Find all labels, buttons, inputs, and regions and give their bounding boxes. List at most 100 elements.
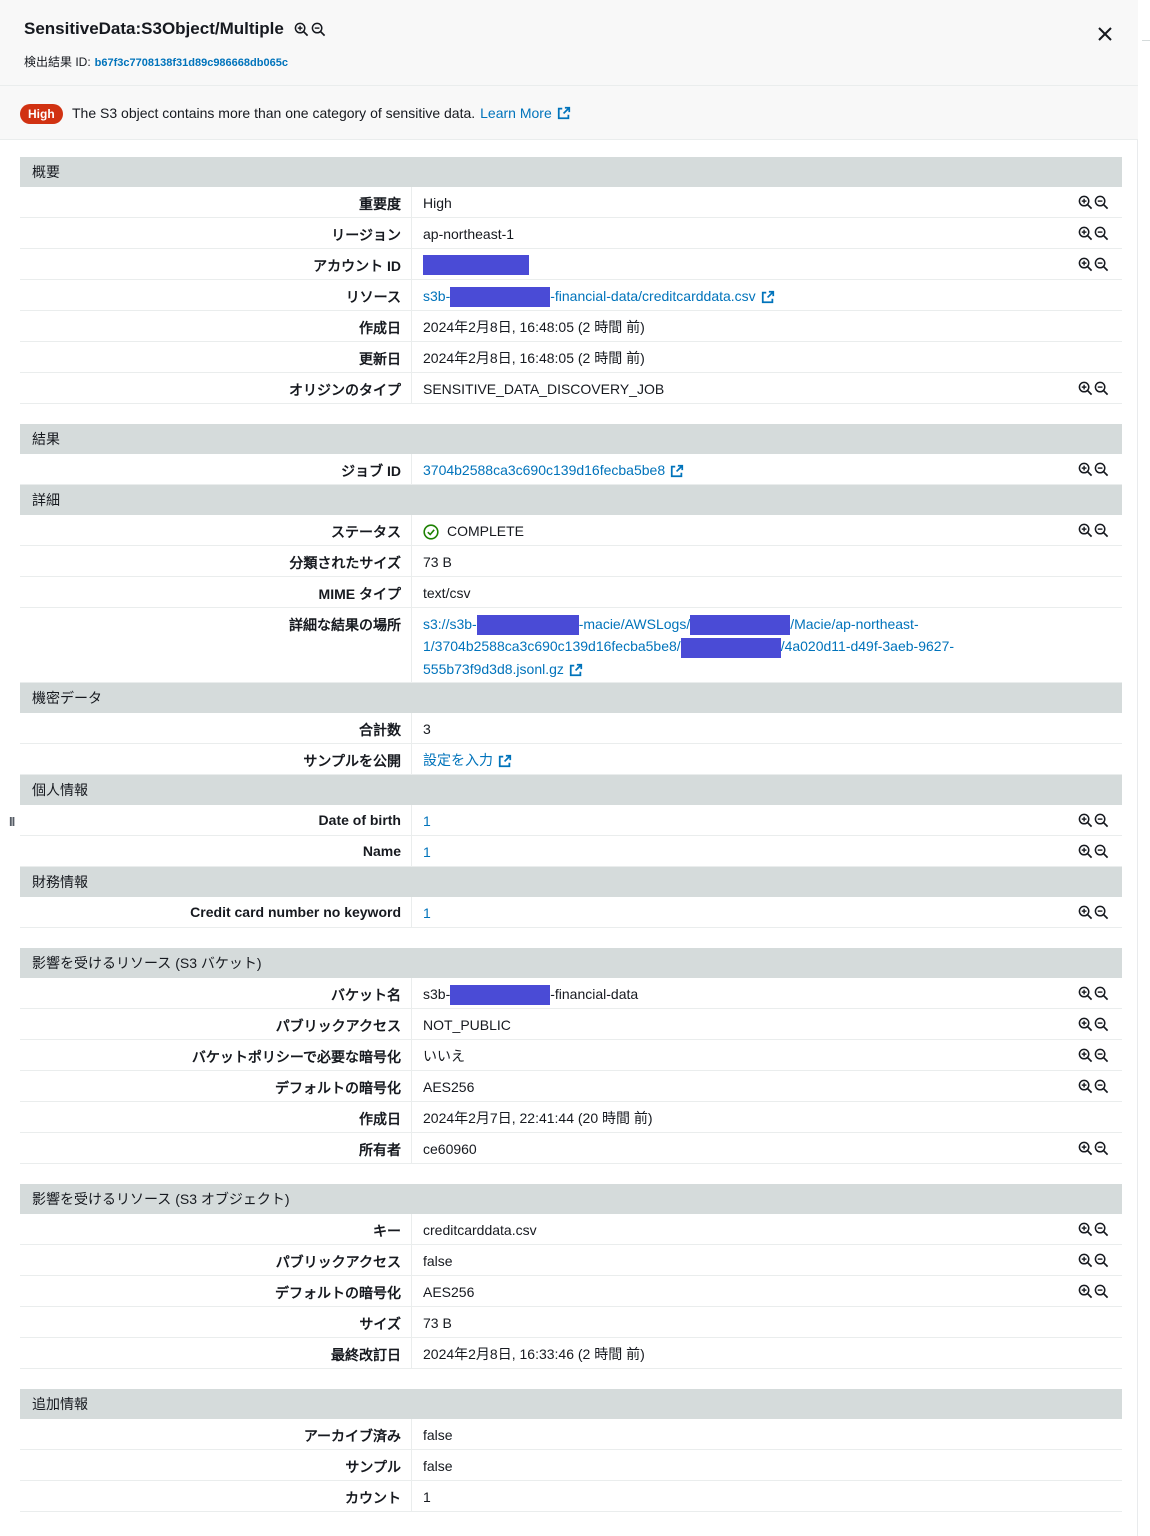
row-label: 作成日: [359, 1111, 401, 1127]
zoom-in-icon[interactable]: [1078, 226, 1093, 241]
classified-size-value: 73 B: [411, 546, 1072, 576]
table-row: デフォルトの暗号化 AES256: [20, 1276, 1122, 1307]
origin-value: SENSITIVE_DATA_DISCOVERY_JOB: [411, 373, 1072, 403]
zoom-in-icon[interactable]: [294, 22, 309, 37]
zoom-out-icon[interactable]: [1094, 844, 1109, 859]
region-value: ap-northeast-1: [411, 218, 1072, 248]
table-row: サンプルを公開 設定を入力: [20, 744, 1122, 775]
external-link-icon[interactable]: [569, 663, 583, 677]
close-icon[interactable]: [1098, 27, 1112, 41]
redaction-block: [450, 985, 551, 1006]
location-part[interactable]: /Macie/ap-northeast-: [790, 616, 918, 632]
result-location-link[interactable]: s3://s3b- -macie/AWSLogs/ /Macie/ap-northe…: [411, 608, 1072, 682]
dob-count-link[interactable]: 1: [411, 805, 1072, 835]
zoom-in-icon[interactable]: [1078, 1048, 1093, 1063]
row-label: 更新日: [359, 351, 401, 367]
redaction-block: [423, 254, 529, 275]
external-link-icon[interactable]: [670, 464, 684, 478]
row-label: MIME タイプ: [318, 586, 401, 602]
zoom-in-icon[interactable]: [1078, 257, 1093, 272]
row-label: Name: [362, 843, 401, 859]
zoom-out-icon[interactable]: [1094, 523, 1109, 538]
table-row: アカウント ID: [20, 249, 1122, 280]
row-label: 作成日: [359, 320, 401, 336]
count-value: 1: [411, 1481, 1072, 1511]
zoom-in-icon[interactable]: [1078, 523, 1093, 538]
section-result: 結果: [20, 424, 1122, 454]
location-part[interactable]: 1/3704b2588ca3c690c139d16fecba5be8/: [423, 638, 681, 654]
name-count-link[interactable]: 1: [411, 836, 1072, 866]
zoom-out-icon[interactable]: [1094, 1222, 1109, 1237]
location-part[interactable]: /4a020d11-d49f-3aeb-9627-: [781, 638, 954, 654]
redaction-block: [476, 615, 579, 636]
zoom-out-icon[interactable]: [1094, 813, 1109, 828]
drag-handle[interactable]: II: [9, 814, 15, 829]
table-row: デフォルトの暗号化 AES256: [20, 1071, 1122, 1102]
location-part[interactable]: -macie/AWSLogs/: [579, 616, 691, 632]
zoom-out-icon[interactable]: [1094, 226, 1109, 241]
zoom-out-icon[interactable]: [1094, 257, 1109, 272]
zoom-in-icon[interactable]: [1078, 986, 1093, 1001]
zoom-out-icon[interactable]: [1094, 986, 1109, 1001]
zoom-in-icon[interactable]: [1078, 905, 1093, 920]
zoom-in-icon[interactable]: [1078, 381, 1093, 396]
table-row: 重要度 High: [20, 187, 1122, 218]
bucket-name-prefix: s3b-: [423, 986, 451, 1002]
resource-prefix[interactable]: s3b-: [423, 288, 450, 304]
zoom-out-icon[interactable]: [1094, 195, 1109, 210]
zoom-in-icon[interactable]: [1078, 1017, 1093, 1032]
job-id-link[interactable]: 3704b2588ca3c690c139d16fecba5be8: [411, 454, 1072, 484]
row-label: サンプル: [345, 1459, 401, 1475]
bucket-policy-value: いいえ: [411, 1040, 1072, 1070]
row-label: リージョン: [331, 227, 401, 243]
zoom-in-icon[interactable]: [1078, 1253, 1093, 1268]
cc-count-link[interactable]: 1: [411, 897, 1072, 927]
zoom-in-icon[interactable]: [1078, 1284, 1093, 1299]
section-financial-info: 財務情報: [20, 867, 1122, 897]
external-link-icon[interactable]: [557, 106, 571, 120]
finding-id-line: 検出結果 ID: b67f3c7708138f31d89c986668db065c: [24, 53, 288, 70]
zoom-in-icon[interactable]: [1078, 844, 1093, 859]
redaction-block: [680, 637, 781, 658]
configure-link[interactable]: 設定を入力: [411, 744, 1072, 774]
resource-suffix[interactable]: -financial-data/creditcarddata.csv: [550, 288, 755, 304]
row-label: アーカイブ済み: [303, 1428, 401, 1444]
finding-id-label: 検出結果 ID:: [24, 55, 91, 69]
zoom-out-icon[interactable]: [1094, 1253, 1109, 1268]
learn-more-link[interactable]: Learn More: [480, 105, 552, 121]
external-link-icon[interactable]: [761, 290, 775, 304]
external-link-icon[interactable]: [498, 754, 512, 768]
row-label: パブリックアクセス: [275, 1254, 401, 1270]
bucket-owner-value: ce60960: [411, 1133, 1072, 1163]
zoom-out-icon[interactable]: [1094, 1048, 1109, 1063]
zoom-in-icon[interactable]: [1078, 1222, 1093, 1237]
location-part[interactable]: 555b73f9d3d8.jsonl.gz: [423, 661, 564, 677]
row-label: バケット名: [331, 987, 401, 1003]
zoom-in-icon[interactable]: [1078, 1141, 1093, 1156]
zoom-out-icon[interactable]: [311, 22, 326, 37]
section-overview: 概要: [20, 157, 1122, 187]
zoom-out-icon[interactable]: [1094, 905, 1109, 920]
table-row: キー creditcarddata.csv: [20, 1214, 1122, 1245]
zoom-out-icon[interactable]: [1094, 381, 1109, 396]
section-s3-object: 影響を受けるリソース (S3 オブジェクト): [20, 1184, 1122, 1214]
zoom-out-icon[interactable]: [1094, 1017, 1109, 1032]
zoom-in-icon[interactable]: [1078, 1079, 1093, 1094]
status-text: COMPLETE: [447, 523, 525, 539]
location-part[interactable]: s3://s3b-: [423, 616, 477, 632]
zoom-in-icon[interactable]: [1078, 813, 1093, 828]
zoom-out-icon[interactable]: [1094, 1141, 1109, 1156]
bucket-name-value: s3b- -financial-data: [411, 978, 1072, 1008]
created-value: 2024年2月8日, 16:48:05 (2 時間 前): [411, 311, 1072, 341]
zoom-out-icon[interactable]: [1094, 1284, 1109, 1299]
zoom-out-icon[interactable]: [1094, 462, 1109, 477]
zoom-in-icon[interactable]: [1078, 462, 1093, 477]
job-id-value[interactable]: 3704b2588ca3c690c139d16fecba5be8: [423, 462, 665, 478]
configure-text[interactable]: 設定を入力: [423, 752, 493, 768]
finding-title: SensitiveData:S3Object/Multiple: [24, 19, 284, 38]
zoom-in-icon[interactable]: [1078, 195, 1093, 210]
background-page-edge: [1138, 0, 1150, 1536]
close-button[interactable]: [1093, 22, 1117, 46]
resource-link[interactable]: s3b- -financial-data/creditcarddata.csv: [411, 280, 1072, 310]
zoom-out-icon[interactable]: [1094, 1079, 1109, 1094]
